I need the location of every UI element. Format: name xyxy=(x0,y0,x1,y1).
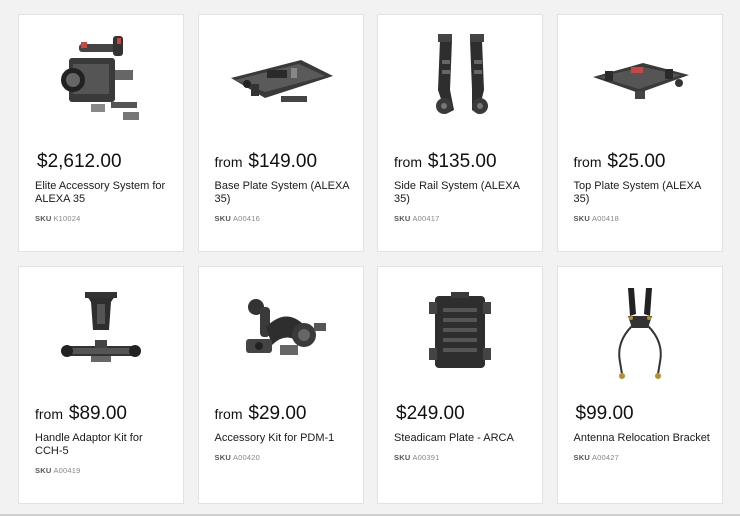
product-card[interactable]: from $29.00 Accessory Kit for PDM-1 SKU A… xyxy=(197,266,364,504)
product-card[interactable]: $2,612.00 Elite Accessory System for ALE… xyxy=(18,14,184,252)
price: from $29.00 xyxy=(215,401,353,427)
handle-adaptor-image[interactable] xyxy=(19,267,183,397)
camera-rig-image[interactable] xyxy=(19,15,183,145)
price-from-prefix: from xyxy=(394,154,426,170)
product-card[interactable]: $249.00 Steadicam Plate - ARCA SKU A00391 xyxy=(377,266,543,504)
sku-value: A00391 xyxy=(412,453,440,462)
sku-label: SKU xyxy=(214,214,231,223)
base-plate-image[interactable] xyxy=(199,15,363,145)
price: $2,612.00 xyxy=(35,149,173,175)
product-title[interactable]: Antenna Relocation Bracket xyxy=(574,432,712,445)
product-grid: $2,612.00 Elite Accessory System for ALE… xyxy=(18,14,723,504)
price: from $135.00 xyxy=(394,149,532,175)
product-card[interactable]: from $89.00 Handle Adaptor Kit for CCH-5… xyxy=(18,266,184,504)
sku-label: SKU xyxy=(394,214,411,223)
price-from-prefix: from xyxy=(214,154,247,170)
price-from-prefix: from xyxy=(214,406,247,422)
sku-value: A00420 xyxy=(232,453,260,462)
sku: SKU A00416 xyxy=(215,214,353,223)
product-info: $99.00 Antenna Relocation Bracket SKU A00… xyxy=(574,401,712,462)
sku-label: SKU xyxy=(394,453,411,462)
sku: SKU A00418 xyxy=(574,214,712,223)
price-amount: $135.00 xyxy=(427,151,497,172)
sku-value: A00418 xyxy=(591,214,619,223)
sku-label: SKU xyxy=(573,453,590,462)
top-plate-image[interactable] xyxy=(558,15,722,145)
price-amount: $249.00 xyxy=(396,403,465,424)
product-title[interactable]: Base Plate System (ALEXA 35) xyxy=(215,180,353,206)
product-info: $2,612.00 Elite Accessory System for ALE… xyxy=(35,149,173,223)
product-title[interactable]: Steadicam Plate - ARCA xyxy=(394,432,532,445)
price: $99.00 xyxy=(574,401,712,427)
product-title[interactable]: Elite Accessory System for ALEXA 35 xyxy=(35,180,173,206)
product-title[interactable]: Handle Adaptor Kit for CCH-5 xyxy=(35,432,173,458)
price-from-prefix: from xyxy=(573,154,606,170)
price-amount: $99.00 xyxy=(575,403,634,424)
product-title[interactable]: Accessory Kit for PDM-1 xyxy=(215,432,353,445)
sku: SKU A00419 xyxy=(35,466,173,475)
product-card[interactable]: from $135.00 Side Rail System (ALEXA 35)… xyxy=(377,14,543,252)
price-amount: $25.00 xyxy=(607,151,666,172)
price-amount: $149.00 xyxy=(248,151,318,172)
product-info: from $25.00 Top Plate System (ALEXA 35) … xyxy=(574,149,712,223)
sku: SKU A00417 xyxy=(394,214,532,223)
price-amount: $89.00 xyxy=(68,403,128,424)
steadicam-plate-image[interactable] xyxy=(378,267,542,397)
product-card[interactable]: from $25.00 Top Plate System (ALEXA 35) … xyxy=(556,14,723,252)
sku-label: SKU xyxy=(214,453,231,462)
sku-value: K10024 xyxy=(53,214,81,223)
sku: SKU A00420 xyxy=(215,453,353,462)
product-info: from $29.00 Accessory Kit for PDM-1 SKU A… xyxy=(215,401,353,462)
sku: SKU A00391 xyxy=(394,453,532,462)
sku-value: A00427 xyxy=(591,453,619,462)
price: $249.00 xyxy=(394,401,532,427)
price: from $25.00 xyxy=(574,149,712,175)
sku-label: SKU xyxy=(573,214,590,223)
price: from $149.00 xyxy=(215,149,353,175)
product-info: $249.00 Steadicam Plate - ARCA SKU A00391 xyxy=(394,401,532,462)
product-card[interactable]: $99.00 Antenna Relocation Bracket SKU A00… xyxy=(556,266,723,504)
sku: SKU A00427 xyxy=(574,453,712,462)
sku-label: SKU xyxy=(35,466,52,475)
price: from $89.00 xyxy=(35,401,173,427)
product-title[interactable]: Side Rail System (ALEXA 35) xyxy=(394,180,532,206)
sku-label: SKU xyxy=(35,214,52,223)
price-amount: $29.00 xyxy=(248,403,307,424)
product-info: from $149.00 Base Plate System (ALEXA 35… xyxy=(215,149,353,223)
side-rails-image[interactable] xyxy=(378,15,542,145)
product-card[interactable]: from $149.00 Base Plate System (ALEXA 35… xyxy=(197,14,364,252)
sku-value: A00417 xyxy=(412,214,440,223)
price-from-prefix: from xyxy=(35,406,67,422)
product-info: from $89.00 Handle Adaptor Kit for CCH-5… xyxy=(35,401,173,475)
sku-value: A00419 xyxy=(53,466,81,475)
product-info: from $135.00 Side Rail System (ALEXA 35)… xyxy=(394,149,532,223)
antenna-bracket-image[interactable] xyxy=(558,267,722,397)
sku-value: A00416 xyxy=(232,214,260,223)
product-title[interactable]: Top Plate System (ALEXA 35) xyxy=(574,180,712,206)
accessory-kit-image[interactable] xyxy=(199,267,363,397)
price-amount: $2,612.00 xyxy=(37,151,122,172)
sku: SKU K10024 xyxy=(35,214,173,223)
